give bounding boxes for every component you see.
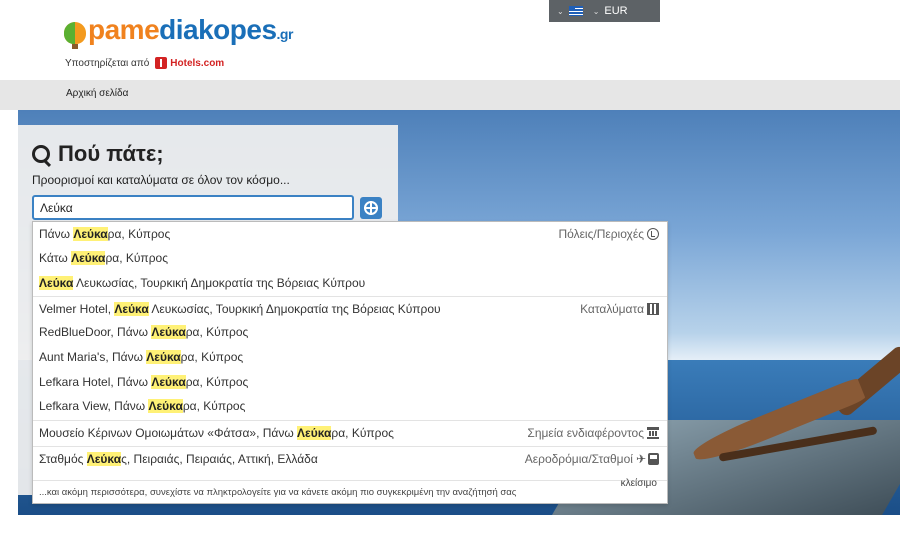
- suggestion-item[interactable]: Σταθμός Λεύκας, Πειραιάς, Πειραιάς, Αττι…: [33, 446, 667, 470]
- landmark-icon: [647, 427, 659, 439]
- suggestion-item[interactable]: Κάτω Λεύκαρα, Κύπρος: [33, 246, 667, 270]
- language-currency-bar: ⌄ ⌄ EUR: [549, 0, 660, 22]
- section-heading-strip: [0, 515, 900, 549]
- autocomplete-dropdown: Πάνω Λεύκαρα, Κύπρος Πόλεις/Περιοχές Κάτω …: [32, 221, 668, 504]
- suggestion-text: Aunt Maria's, Πάνω Λεύκαρα, Κύπρος: [39, 350, 244, 364]
- match-highlight: Λεύκα: [71, 251, 106, 265]
- hotel-icon: [647, 303, 659, 315]
- suggestion-text: Lefkara View, Πάνω Λεύκαρα, Κύπρος: [39, 399, 246, 413]
- hotels-logo-icon: [155, 57, 168, 69]
- crosshair-icon: [364, 201, 378, 215]
- locate-me-button[interactable]: [360, 197, 382, 219]
- bus-icon: [648, 453, 659, 465]
- suggestion-category: Σημεία ενδιαφέροντος: [527, 421, 659, 445]
- powered-by-label: Υποστηρίζεται από: [65, 57, 150, 69]
- suggestion-text: Velmer Hotel, Λεύκα Λευκωσίας, Τουρκική …: [39, 301, 441, 316]
- suggestion-text: Σταθμός Λεύκας, Πειραιάς, Πειραιάς, Αττι…: [39, 451, 318, 466]
- suggestion-text: Μουσείο Κέρινων Ομοιωμάτων «Φάτσα», Πάνω…: [39, 425, 394, 440]
- match-highlight: Λεύκα: [151, 325, 186, 339]
- match-highlight: Λεύκα: [148, 399, 183, 413]
- plane-icon: ✈: [635, 452, 646, 466]
- suggestion-item[interactable]: Lefkara Hotel, Πάνω Λεύκαρα, Κύπρος: [33, 370, 667, 394]
- suggestion-category: Καταλύματα: [580, 297, 659, 321]
- powered-by: Υποστηρίζεται από Hotels.com: [65, 57, 224, 69]
- greek-flag-icon[interactable]: [568, 6, 583, 16]
- city-icon: [647, 228, 659, 240]
- match-highlight: Λεύκα: [39, 276, 74, 290]
- suggestion-text: RedBlueDoor, Πάνω Λεύκαρα, Κύπρος: [39, 325, 249, 339]
- nav-bar: Αρχική σελίδα: [0, 80, 900, 110]
- partner-name: Hotels.com: [170, 57, 225, 69]
- suggestion-category: Πόλεις/Περιοχές: [558, 222, 659, 246]
- match-highlight: Λεύκα: [114, 301, 149, 316]
- suggestion-item[interactable]: Λεύκα Λευκωσίας, Τουρκική Δημοκρατία της…: [33, 271, 667, 295]
- destination-search-input[interactable]: [32, 195, 354, 220]
- search-subtitle: Προορισμοί και καταλύματα σε όλον τον κό…: [32, 173, 290, 187]
- match-highlight: Λεύκα: [151, 375, 186, 389]
- search-title: Πού πάτε;: [32, 141, 164, 167]
- match-highlight: Λεύκα: [86, 451, 122, 466]
- suggestion-item[interactable]: Lefkara View, Πάνω Λεύκαρα, Κύπρος: [33, 394, 667, 418]
- suggestion-text: Κάτω Λεύκαρα, Κύπρος: [39, 251, 168, 265]
- suggestion-item[interactable]: Πάνω Λεύκαρα, Κύπρος Πόλεις/Περιοχές: [33, 222, 667, 246]
- match-highlight: Λεύκα: [297, 425, 332, 440]
- nav-home-link[interactable]: Αρχική σελίδα: [66, 88, 128, 99]
- chevron-down-icon[interactable]: ⌄: [593, 7, 600, 16]
- match-highlight: Λεύκα: [146, 350, 181, 364]
- site-logo[interactable]: pamediakopes.gr: [64, 8, 293, 49]
- match-highlight: Λεύκα: [73, 227, 108, 241]
- dropdown-close-link[interactable]: κλείσιμο: [621, 478, 657, 489]
- suggestion-item[interactable]: Velmer Hotel, Λεύκα Λευκωσίας, Τουρκική …: [33, 296, 667, 320]
- currency-selector[interactable]: EUR: [604, 5, 627, 17]
- suggestion-text: Πάνω Λεύκαρα, Κύπρος: [39, 227, 171, 241]
- header: pamediakopes.gr Υποστηρίζεται από Hotels…: [0, 0, 900, 80]
- chevron-down-icon[interactable]: ⌄: [557, 7, 564, 16]
- sunlounger-image: [678, 343, 900, 500]
- suggestion-category: Αεροδρόμια/Σταθμοί ✈: [525, 447, 659, 471]
- balloon-logo-icon: [64, 22, 86, 49]
- suggestion-item[interactable]: RedBlueDoor, Πάνω Λεύκαρα, Κύπρος: [33, 320, 667, 344]
- suggestion-item[interactable]: Μουσείο Κέρινων Ομοιωμάτων «Φάτσα», Πάνω…: [33, 420, 667, 444]
- suggestion-text: Λεύκα Λευκωσίας, Τουρκική Δημοκρατία της…: [39, 276, 366, 290]
- search-icon: [32, 145, 50, 163]
- logo-text: pamediakopes.gr: [88, 14, 293, 45]
- dropdown-footer-hint: ...και ακόμη περισσότερα, συνεχίστε να π…: [33, 480, 667, 504]
- suggestion-text: Lefkara Hotel, Πάνω Λεύκαρα, Κύπρος: [39, 375, 249, 389]
- suggestion-item[interactable]: Aunt Maria's, Πάνω Λεύκαρα, Κύπρος: [33, 345, 667, 369]
